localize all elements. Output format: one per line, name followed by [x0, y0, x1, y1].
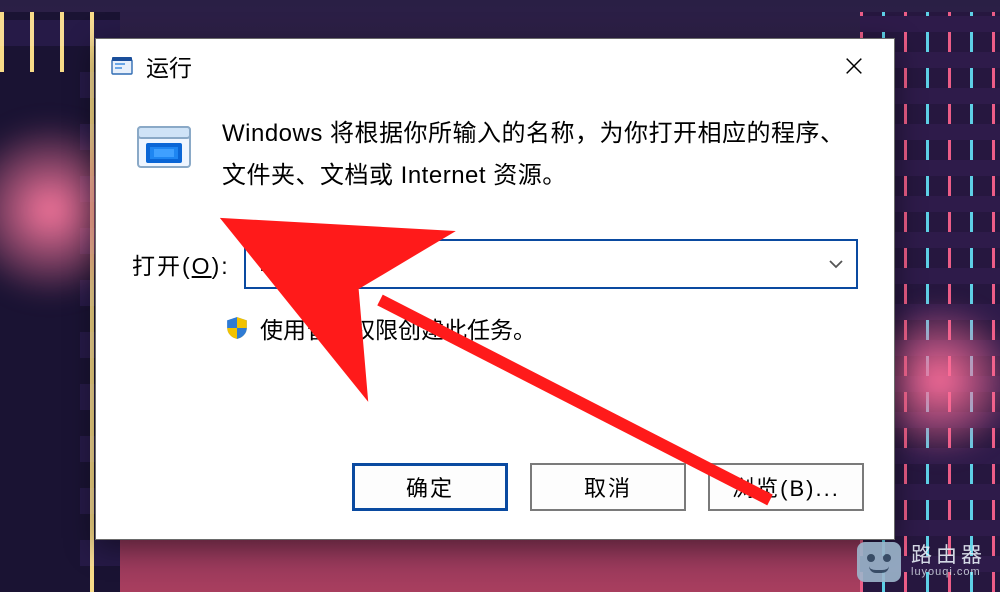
open-label: 打开(O):: [132, 247, 230, 281]
open-input-value[interactable]: regedit: [260, 251, 826, 277]
run-app-icon: [110, 54, 134, 78]
button-row: 确定 取消 浏览(B)...: [352, 463, 864, 511]
titlebar[interactable]: 运行: [96, 39, 894, 93]
dialog-title: 运行: [146, 49, 824, 83]
open-combobox[interactable]: regedit: [244, 239, 858, 289]
dialog-description: Windows 将根据你所输入的名称，为你打开相应的程序、文件夹、文档或 Int…: [222, 113, 858, 197]
chevron-down-icon[interactable]: [826, 254, 846, 274]
cancel-button[interactable]: 取消: [530, 463, 686, 511]
shield-icon: [224, 315, 250, 341]
close-button[interactable]: [824, 44, 884, 88]
run-dialog: 运行 Windows 将根据你所输入的名称，为你打开相应的程序、文件夹、文档或 …: [95, 38, 895, 540]
run-program-icon: [132, 119, 196, 177]
watermark-title: 路由器: [911, 545, 986, 567]
admin-note: 使用管理权限创建此任务。: [260, 311, 536, 345]
browse-button[interactable]: 浏览(B)...: [708, 463, 864, 511]
watermark-sub: luyouqi.com: [911, 567, 986, 579]
watermark: 路由器 luyouqi.com: [857, 542, 986, 582]
close-icon: [843, 55, 865, 77]
ok-button[interactable]: 确定: [352, 463, 508, 511]
watermark-icon: [857, 542, 901, 582]
